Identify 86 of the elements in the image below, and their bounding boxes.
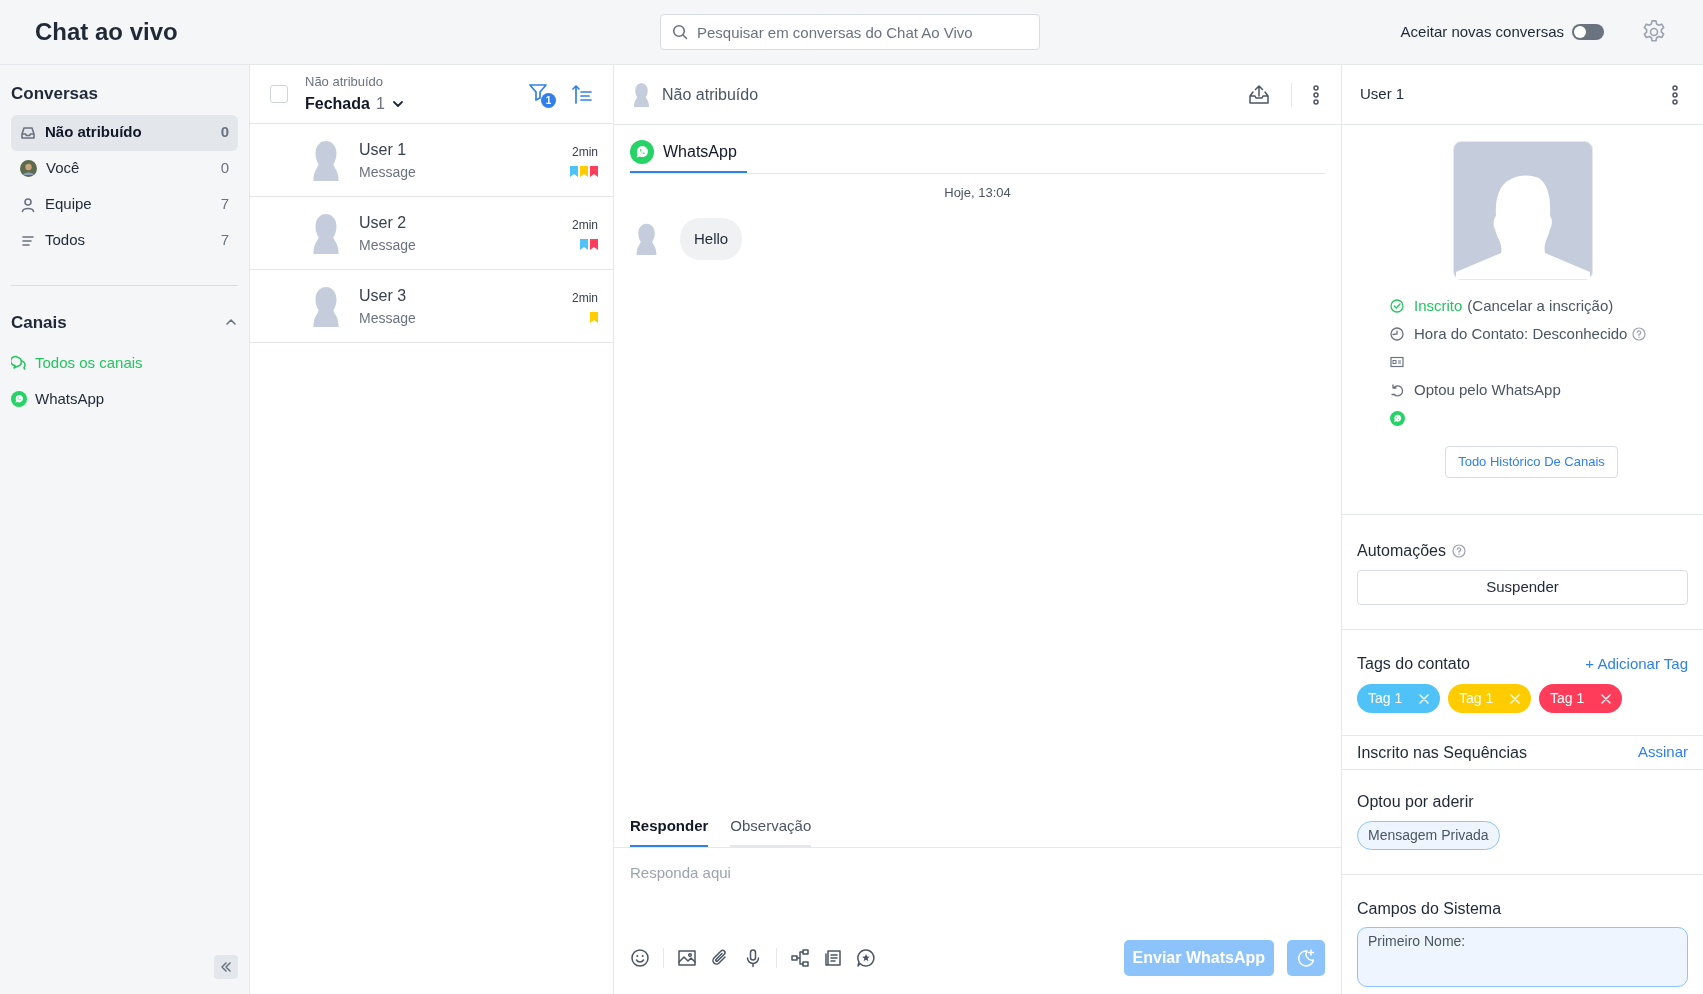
contact-name: User 3: [359, 285, 408, 306]
id-card-icon: [1390, 356, 1404, 368]
time-label: 2min: [572, 217, 598, 234]
contact-time-label: Hora do Contato: Desconhecido: [1414, 323, 1628, 344]
tag-chip: Tag 1: [1539, 684, 1622, 713]
close-icon[interactable]: [1601, 693, 1611, 704]
check-circle-icon: [1390, 299, 1404, 313]
first-name-field[interactable]: Primeiro Nome:: [1357, 927, 1688, 987]
tray-upload-icon[interactable]: [1247, 82, 1271, 107]
filter-icon: [528, 82, 548, 102]
section-title: Campos do Sistema: [1357, 899, 1503, 919]
filter-button[interactable]: 1: [528, 82, 554, 106]
chat-bubbles-icon: [11, 355, 27, 371]
flow-diagram-icon[interactable]: [790, 948, 810, 968]
section-title: Optou por aderir: [1357, 792, 1475, 812]
opt-in-chip: Mensagem Privada: [1357, 821, 1500, 850]
moon-plus-icon: [1296, 948, 1316, 968]
help-icon[interactable]: [1451, 544, 1466, 558]
filter-count-badge: 1: [541, 93, 556, 108]
toggle-switch[interactable]: [1572, 24, 1604, 40]
message-preview: Message: [359, 308, 417, 328]
item-count: 0: [220, 158, 229, 179]
subscribed-status: Inscrito: [1414, 295, 1463, 316]
sidebar-item[interactable]: Equipe 7: [11, 186, 238, 223]
page-title: Chat ao vivo: [35, 17, 179, 47]
star-bubble-icon[interactable]: [856, 948, 876, 968]
search-field[interactable]: Pesquisar em conversas do Chat Ao Vivo: [660, 14, 1040, 50]
avatar-icon: [20, 160, 37, 177]
sidebar-item[interactable]: Não atribuído 0: [11, 114, 238, 151]
subscribe-link[interactable]: Assinar: [1637, 741, 1688, 764]
time-label: 2min: [572, 144, 598, 161]
channel-history-button[interactable]: Todo Histórico De Canais: [1445, 446, 1618, 478]
reply-field[interactable]: Responda aqui: [630, 862, 1325, 922]
message-preview: Message: [359, 235, 417, 255]
more-options-icon[interactable]: [1312, 84, 1320, 105]
sidebar-item[interactable]: Todos 7: [11, 222, 238, 259]
contact-name: User 2: [359, 212, 408, 233]
unsubscribe-link[interactable]: (Cancelar a inscrição): [1467, 294, 1614, 318]
section-title: Conversas: [11, 83, 99, 105]
date-label: Hoje, 13:04: [944, 184, 1011, 202]
section-title: Tags do contato: [1357, 654, 1470, 674]
more-options-icon[interactable]: [1671, 84, 1679, 105]
channel-item[interactable]: WhatsApp: [11, 381, 238, 417]
whatsapp-icon: [1390, 410, 1405, 426]
assignee-label: Não atribuído: [662, 84, 760, 105]
status-dropdown[interactable]: Fechada 1: [305, 91, 511, 116]
message-bubble: Hello: [680, 217, 743, 260]
clock-icon: [1390, 327, 1404, 341]
undo-icon: [1390, 383, 1404, 397]
composer-tab[interactable]: Responder: [630, 814, 709, 847]
conversation-row[interactable]: User 2 Message 2min: [250, 197, 613, 270]
item-count: 7: [220, 194, 229, 215]
toggle-label: Aceitar novas conversas: [1400, 21, 1564, 42]
double-chevron-icon: [219, 960, 233, 974]
channel-tab[interactable]: WhatsApp: [630, 133, 747, 173]
composer-tab[interactable]: Observação: [730, 814, 812, 847]
whatsapp-icon: [630, 140, 654, 164]
item-count: 0: [220, 122, 229, 143]
select-all-checkbox[interactable]: [270, 85, 288, 103]
message-preview: Message: [359, 162, 417, 182]
section-title: Automações: [1357, 541, 1446, 561]
inbox-icon: [20, 124, 36, 141]
item-count: 7: [220, 230, 229, 251]
suspend-button[interactable]: Suspender: [1357, 570, 1688, 605]
sidebar-item[interactable]: Você 0: [11, 150, 238, 187]
tag-chip: Tag 1: [1448, 684, 1531, 713]
conversation-row[interactable]: User 1 Message 2min: [250, 124, 613, 197]
section-title: Canais: [11, 311, 67, 334]
document-icon[interactable]: [823, 948, 843, 968]
section-title: Inscrito nas Sequências: [1357, 742, 1527, 763]
conversation-row[interactable]: User 3 Message 2min: [250, 270, 613, 343]
emoji-icon[interactable]: [630, 948, 650, 968]
whatsapp-icon: [11, 391, 27, 407]
contact-name: User 1: [359, 139, 408, 160]
opt-in-label: Optou pelo WhatsApp: [1414, 379, 1561, 400]
contact-name: User 1: [1360, 84, 1405, 105]
tag-chip: Tag 1: [1357, 684, 1440, 713]
list-subtitle: Não atribuído: [305, 73, 385, 92]
help-icon[interactable]: [1632, 327, 1647, 341]
add-tag-link[interactable]: + Adicionar Tag: [1585, 652, 1688, 676]
collapse-button[interactable]: [214, 955, 238, 979]
sort-icon[interactable]: [571, 83, 593, 105]
time-label: 2min: [572, 290, 598, 307]
search-icon: [672, 24, 688, 40]
person-icon: [20, 196, 36, 213]
image-icon[interactable]: [677, 948, 697, 968]
